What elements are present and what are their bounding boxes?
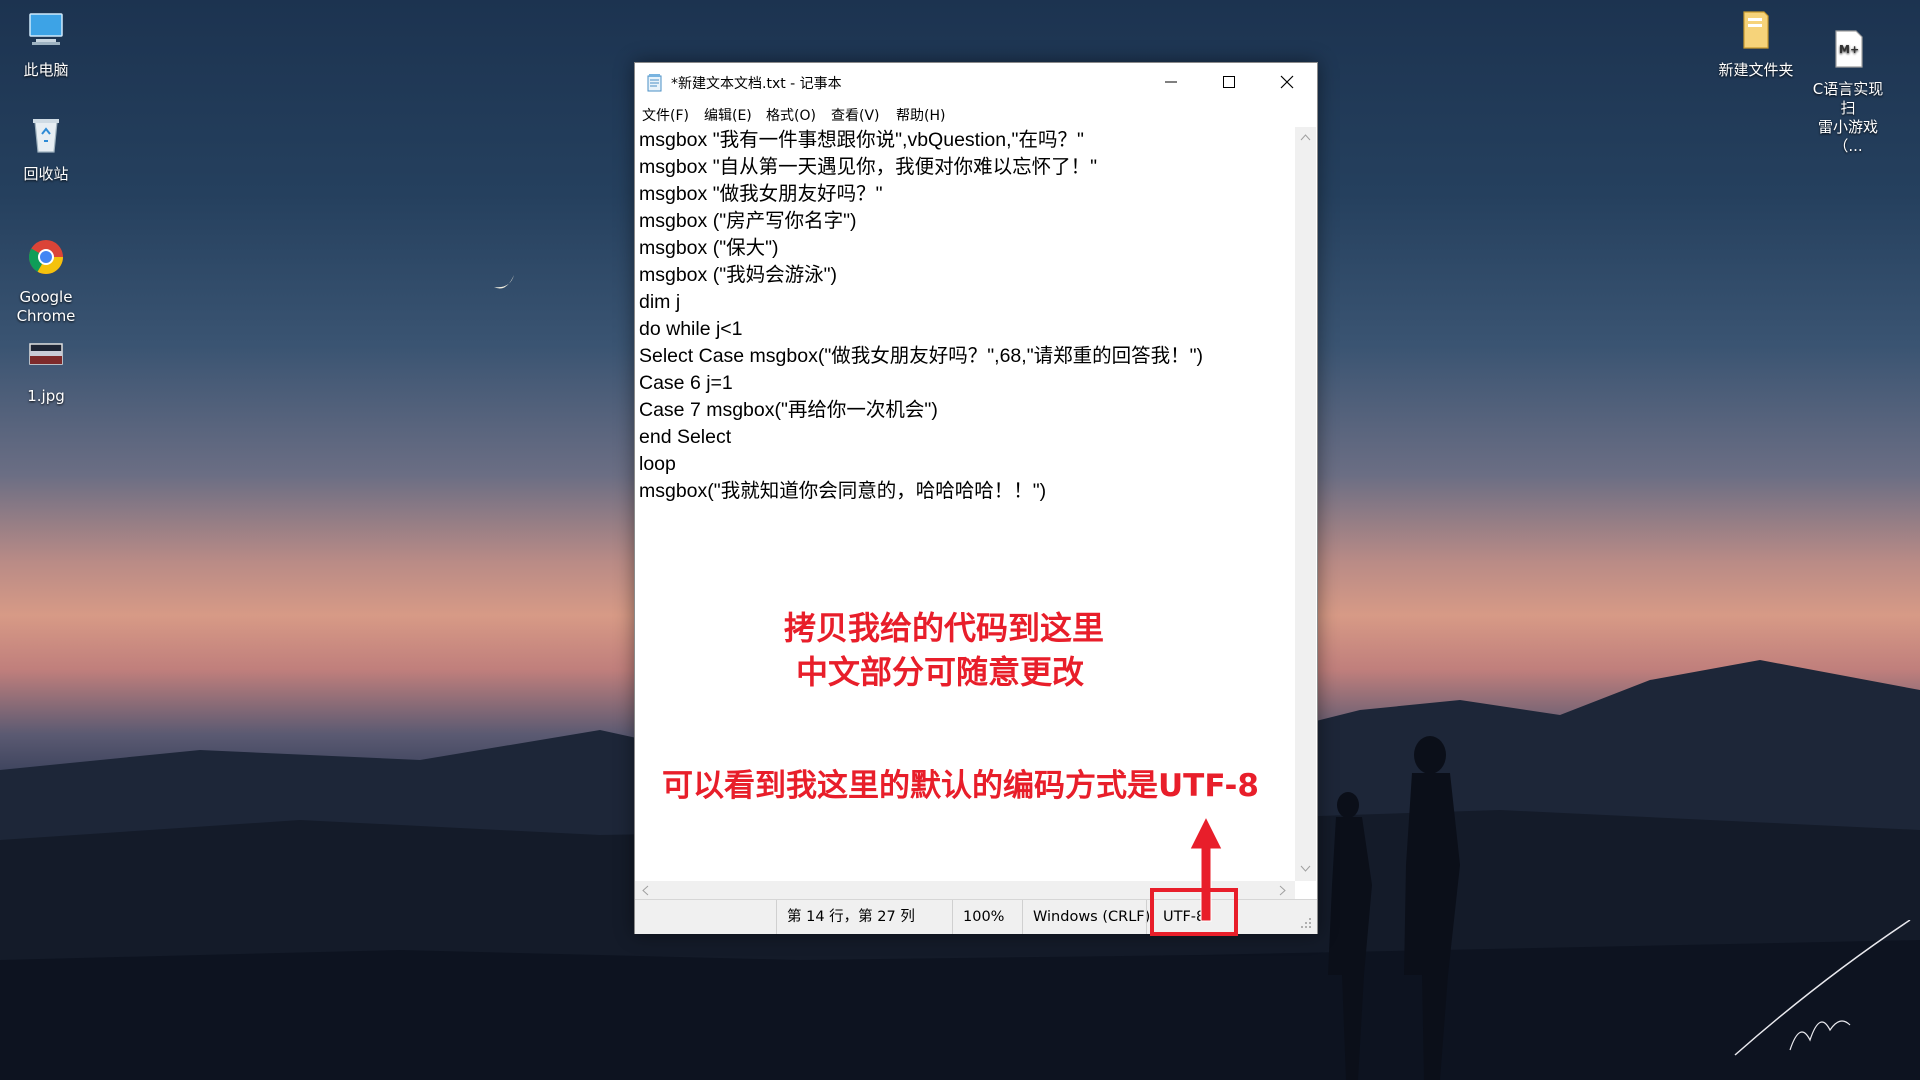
crescent-moon-icon bbox=[494, 275, 514, 289]
code-line: do while j<1 bbox=[639, 318, 743, 340]
vertical-scrollbar[interactable] bbox=[1295, 127, 1316, 881]
menu-view[interactable]: 查看(V) bbox=[831, 105, 880, 125]
code-line: Case 7 msgbox("再给你一次机会") bbox=[639, 399, 938, 421]
silhouette-couple bbox=[1328, 736, 1460, 1080]
code-line: end Select bbox=[639, 426, 732, 448]
menu-edit[interactable]: 编辑(E) bbox=[704, 105, 752, 125]
svg-text:M+: M+ bbox=[1839, 43, 1859, 56]
menu-file[interactable]: 文件(F) bbox=[642, 105, 689, 125]
desktop-icon-new-folder[interactable]: 新建文件夹 bbox=[1714, 8, 1798, 80]
status-zoom: 100% bbox=[952, 900, 1022, 934]
desktop-icon-label: Google Chrome bbox=[16, 288, 76, 325]
recycle-bin-icon bbox=[33, 119, 59, 153]
status-line-ending: Windows (CRLF) bbox=[1022, 900, 1150, 934]
annotation-copy-code: 拷贝我给的代码到这里 bbox=[784, 609, 1105, 647]
scroll-left-icon bbox=[642, 885, 649, 896]
menu-help[interactable]: 帮助(H) bbox=[896, 105, 945, 125]
scroll-down-icon bbox=[1300, 865, 1311, 872]
menu-bar: 文件(F) 编辑(E) 格式(O) 查看(V) 帮助(H) bbox=[635, 101, 1317, 127]
markdown-file-icon: M+ bbox=[1835, 30, 1863, 68]
code-line: Case 6 j=1 bbox=[639, 372, 733, 394]
code-line: msgbox "做我女朋友好吗？" bbox=[639, 183, 883, 205]
desktop-icon-label: 1.jpg bbox=[27, 387, 65, 405]
minimize-icon bbox=[1165, 81, 1177, 83]
desktop-icon-google-chrome[interactable]: Google Chrome bbox=[4, 216, 88, 345]
code-line: msgbox "我有一件事想跟你说",vbQuestion,"在吗？" bbox=[639, 129, 1084, 151]
annotation-chinese-editable: 中文部分可随意更改 bbox=[796, 653, 1085, 691]
scroll-up-icon bbox=[1300, 134, 1311, 141]
title-bar[interactable]: *新建文本文档.txt - 记事本 bbox=[635, 63, 1317, 101]
desktop-icon-this-pc[interactable]: 此电脑 bbox=[4, 8, 88, 80]
folder-icon bbox=[1743, 11, 1769, 49]
desktop: 此电脑 回收站 Google Chrome 1.jpg 新建文件夹 M+ C语言… bbox=[0, 0, 1920, 1080]
desktop-icon-markdown-file[interactable]: M+ C语言实现扫 雷小游戏（... bbox=[1806, 8, 1890, 175]
desktop-icon-label: 回收站 bbox=[23, 165, 69, 183]
code-line: msgbox "自从第一天遇见你，我便对你难以忘怀了！" bbox=[639, 156, 1098, 178]
image-file-icon bbox=[29, 343, 63, 365]
close-icon bbox=[1280, 75, 1294, 89]
menu-format[interactable]: 格式(O) bbox=[766, 105, 816, 125]
minimize-button[interactable] bbox=[1143, 63, 1201, 101]
code-line: msgbox("我就知道你会同意的，哈哈哈哈！！") bbox=[639, 480, 1047, 502]
desktop-icon-label: 新建文件夹 bbox=[1718, 61, 1794, 79]
chrome-icon bbox=[29, 240, 63, 274]
maximize-icon bbox=[1223, 76, 1235, 88]
code-line: dim j bbox=[639, 291, 681, 313]
code-line: loop bbox=[639, 453, 676, 475]
resize-grip-icon[interactable] bbox=[1299, 916, 1313, 930]
notepad-app-icon bbox=[647, 74, 662, 92]
desktop-icon-label: 此电脑 bbox=[23, 61, 69, 79]
computer-icon bbox=[29, 13, 63, 45]
desktop-icon-recycle-bin[interactable]: 回收站 bbox=[4, 112, 88, 184]
annotation-encoding-note: 可以看到我这里的默认的编码方式是UTF-8 bbox=[662, 768, 1259, 804]
signature-scribble bbox=[1734, 920, 1911, 1056]
scroll-right-icon bbox=[1279, 885, 1286, 896]
status-cursor-position: 第 14 行，第 27 列 bbox=[776, 900, 952, 934]
window-title: *新建文本文档.txt - 记事本 bbox=[671, 76, 842, 92]
code-line: msgbox ("保大") bbox=[639, 237, 779, 259]
maximize-button[interactable] bbox=[1201, 63, 1259, 101]
code-line: Select Case msgbox("做我女朋友好吗？",68,"请郑重的回答… bbox=[639, 345, 1204, 367]
encoding-highlight-box bbox=[1150, 888, 1238, 936]
desktop-icon-label: C语言实现扫 雷小游戏（... bbox=[1812, 80, 1884, 155]
close-button[interactable] bbox=[1259, 63, 1317, 101]
desktop-icon-image-file[interactable]: 1.jpg bbox=[4, 334, 88, 406]
code-line: msgbox ("房产写你名字") bbox=[639, 210, 857, 232]
code-line: msgbox ("我妈会游泳") bbox=[639, 264, 838, 286]
